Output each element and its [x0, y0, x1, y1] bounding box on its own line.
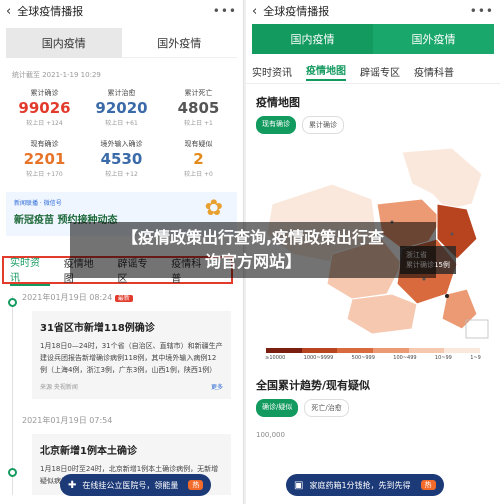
pill-current-confirmed[interactable]: 现有确诊 [256, 116, 296, 134]
stat-current-confirmed: 现有确诊 2201 较上日 +170 [23, 140, 66, 178]
more-menu-icon[interactable]: ••• [213, 4, 237, 18]
tab-realtime-news[interactable]: 实时资讯 [252, 64, 292, 79]
map-legend-bar [266, 348, 481, 353]
more-menu-icon[interactable]: ••• [470, 4, 494, 18]
hospital-icon: ✚ [68, 479, 77, 491]
screenshot: ‹ 全球疫情播报 ••• 国内疫情 国外疫情 统计截至 2021-1-19 10… [0, 0, 500, 504]
news-timeline: 2021年01月19日 08:24 最新 31省区市新增118例确诊 1月18日… [0, 292, 243, 495]
segment-domestic[interactable]: 国内疫情 [6, 28, 122, 58]
back-arrow-icon[interactable]: ‹ [6, 4, 11, 19]
stat-imported-confirmed: 境外输入确诊 4530 较上日 +12 [100, 140, 143, 178]
segment-domestic[interactable]: 国内疫情 [252, 24, 373, 54]
left-segment-control: 国内疫情 国外疫情 [6, 28, 237, 58]
left-app-title: 全球疫情播报 [17, 5, 84, 18]
overlay-line-1: 【疫情政策出行查询,疫情政策出行查 [121, 228, 385, 247]
news-date: 2021年01月19日 08:24 最新 [22, 292, 243, 303]
stat-total-deaths: 累计死亡 4805 较上日 +1 [177, 89, 220, 127]
banner-tag: 新闻联播 · 微信号 [14, 200, 62, 207]
back-arrow-icon[interactable]: ‹ [252, 4, 257, 19]
pill-confirmed-suspected[interactable]: 确诊/疑似 [256, 399, 299, 417]
hot-badge: 热 [420, 480, 436, 490]
medicine-kit-pill[interactable]: ▣ 家庭药箱1分钱抢，先到先得 热 [286, 474, 444, 496]
tab-science[interactable]: 疫情科普 [414, 64, 454, 79]
tab-epidemic-map[interactable]: 疫情地图 [306, 62, 346, 81]
news-source: 来源 央视新闻 [40, 384, 78, 391]
article-title-overlay: 【疫情政策出行查询,疫情政策出行查 询官方网站】 [70, 222, 436, 278]
stat-total-cured: 累计治愈 92020 较上日 +61 [95, 89, 148, 127]
segment-overseas[interactable]: 国外疫情 [121, 28, 237, 58]
timeline-dot [8, 298, 17, 307]
right-news-tabs: 实时资讯 疫情地图 辟谣专区 疫情科普 [246, 60, 500, 84]
deer-mascot-icon: ✿ [204, 196, 223, 221]
news-title: 31省区市新增118例确诊 [40, 323, 155, 334]
stats-timestamp: 统计截至 2021-1-19 10:29 [12, 71, 101, 79]
pill-total-confirmed[interactable]: 累计确诊 [302, 116, 344, 134]
medicine-box-icon: ▣ [294, 479, 304, 491]
news-more-link[interactable]: 更多 [211, 382, 223, 391]
overlay-line-2: 询官方网站】 [204, 252, 301, 271]
stat-total-confirmed: 累计确诊 99026 较上日 +124 [18, 89, 71, 127]
trend-filter-pills: 确诊/疑似 死亡/治愈 [246, 399, 500, 417]
news-body: 1月18日0—24时，31个省（自治区、直辖市）和新疆生产建设兵团报告新增确诊病… [40, 342, 223, 374]
pill-death-cured[interactable]: 死亡/治愈 [304, 399, 349, 417]
stat-current-suspected: 现有疑似 2 较上日 +0 [184, 140, 213, 178]
trend-title: 全国累计趋势/现有疑似 [256, 379, 371, 392]
news-title: 北京新增1例本土确诊 [40, 446, 137, 457]
right-topbar: ‹ 全球疫情播报 ••• [246, 0, 500, 22]
hospital-booking-pill[interactable]: ✚ 在线挂公立医院号，领能量 热 [60, 474, 212, 496]
map-title: 疫情地图 [256, 96, 300, 109]
hot-badge: 热 [188, 480, 204, 490]
news-date: 2021年01月19日 07:54 [22, 416, 113, 425]
news-card[interactable]: 31省区市新增118例确诊 1月18日0—24时，31个省（自治区、直辖市）和新… [32, 311, 231, 399]
trend-axis-label: 100,000 [256, 431, 285, 439]
right-app-title: 全球疫情播报 [263, 5, 330, 18]
timeline-dot [8, 468, 17, 477]
segment-overseas[interactable]: 国外疫情 [373, 24, 494, 54]
tab-rumor-zone[interactable]: 辟谣专区 [360, 64, 400, 79]
right-segment-control: 国内疫情 国外疫情 [252, 24, 494, 54]
tab-realtime-news[interactable]: 实时资讯 [10, 254, 50, 286]
map-filter-pills: 现有确诊 累计确诊 [246, 116, 500, 134]
stats-grid: 累计确诊 99026 较上日 +124 累计治愈 92020 较上日 +61 累… [0, 88, 243, 178]
timeline-line [12, 296, 13, 495]
left-topbar: ‹ 全球疫情播报 ••• [0, 0, 243, 22]
